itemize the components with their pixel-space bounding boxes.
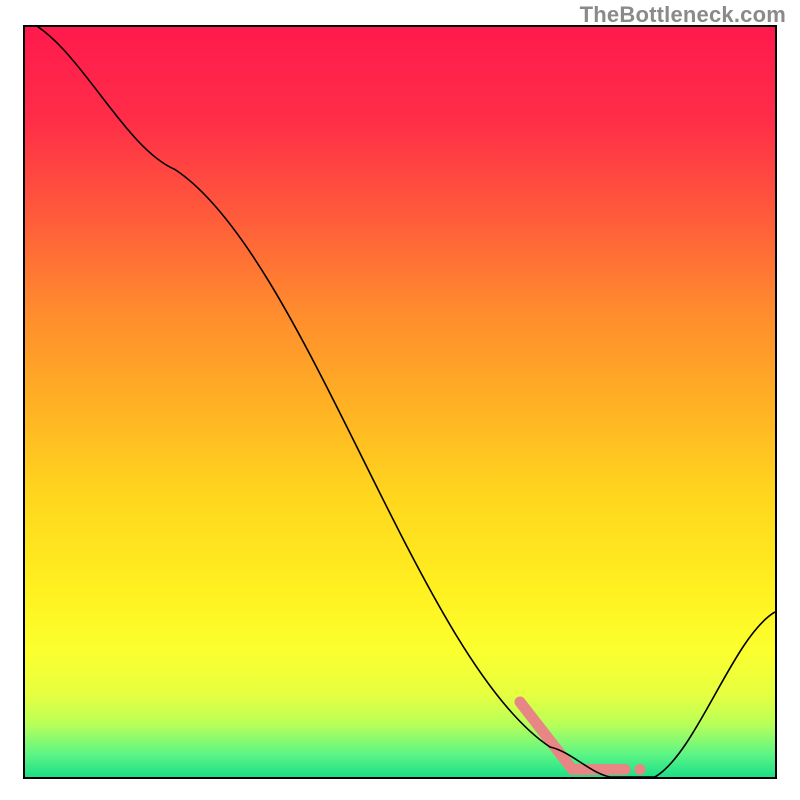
chart-container: TheBottleneck.com: [0, 0, 800, 800]
plot-area: [23, 25, 777, 779]
highlight-dot: [635, 764, 646, 775]
chart-svg: [25, 27, 775, 777]
